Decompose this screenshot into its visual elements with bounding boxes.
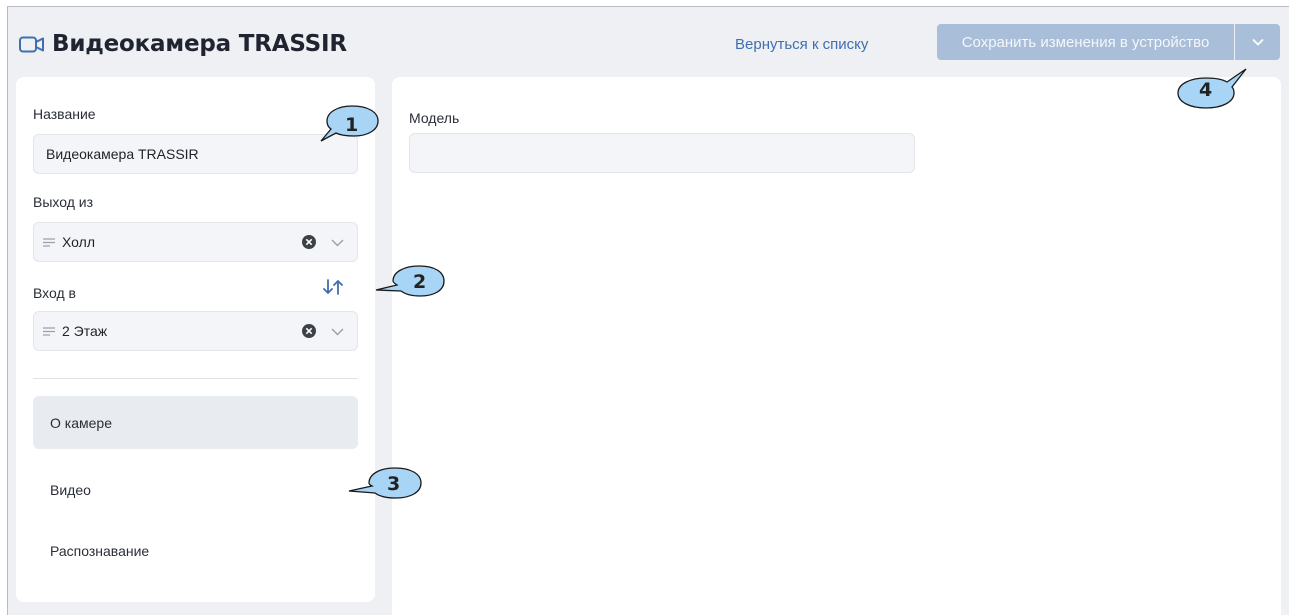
save-options-dropdown[interactable] bbox=[1235, 24, 1280, 60]
nav-item-label: Видео bbox=[50, 481, 91, 498]
chevron-down-icon bbox=[1251, 38, 1264, 46]
exit-from-value: Холл bbox=[62, 234, 95, 250]
callout-2 bbox=[375, 265, 445, 297]
page-title: Видеокамера TRASSIR bbox=[52, 31, 347, 57]
name-label: Название bbox=[33, 106, 96, 122]
back-to-list-link[interactable]: Вернуться к списку bbox=[735, 36, 868, 53]
nav-item-video[interactable]: Видео bbox=[33, 463, 358, 516]
exit-from-select[interactable]: Холл bbox=[33, 222, 358, 262]
name-field[interactable]: Видеокамера TRASSIR bbox=[33, 134, 358, 174]
chevron-down-icon[interactable] bbox=[331, 328, 344, 336]
callout-1-label: 1 bbox=[345, 114, 359, 136]
list-icon bbox=[43, 238, 55, 247]
callout-2-label: 2 bbox=[413, 271, 427, 293]
save-to-device-button[interactable]: Сохранить изменения в устройство bbox=[937, 24, 1234, 60]
nav-item-label: О камере bbox=[50, 414, 112, 431]
divider bbox=[33, 378, 358, 379]
nav-item-recognition[interactable]: Распознавание bbox=[33, 524, 358, 577]
enter-to-label: Вход в bbox=[33, 285, 76, 301]
name-field-value: Видеокамера TRASSIR bbox=[46, 146, 199, 162]
enter-to-value: 2 Этаж bbox=[62, 323, 108, 339]
save-button-label: Сохранить изменения в устройство bbox=[961, 33, 1210, 51]
enter-to-select[interactable]: 2 Этаж bbox=[33, 311, 358, 351]
chevron-down-icon[interactable] bbox=[331, 239, 344, 247]
clear-icon[interactable] bbox=[302, 324, 316, 338]
nav-item-label: Распознавание bbox=[50, 542, 150, 559]
callout-3-label: 3 bbox=[387, 473, 401, 495]
nav-item-about-camera[interactable]: О камере bbox=[33, 396, 358, 449]
model-field[interactable] bbox=[409, 133, 915, 173]
camera-icon bbox=[19, 36, 44, 53]
clear-icon[interactable] bbox=[302, 235, 316, 249]
callout-4-label: 4 bbox=[1199, 79, 1213, 101]
model-label: Модель bbox=[409, 110, 460, 126]
exit-from-label: Выход из bbox=[33, 194, 94, 210]
list-icon bbox=[43, 327, 55, 336]
swap-arrows-icon[interactable] bbox=[322, 279, 344, 295]
